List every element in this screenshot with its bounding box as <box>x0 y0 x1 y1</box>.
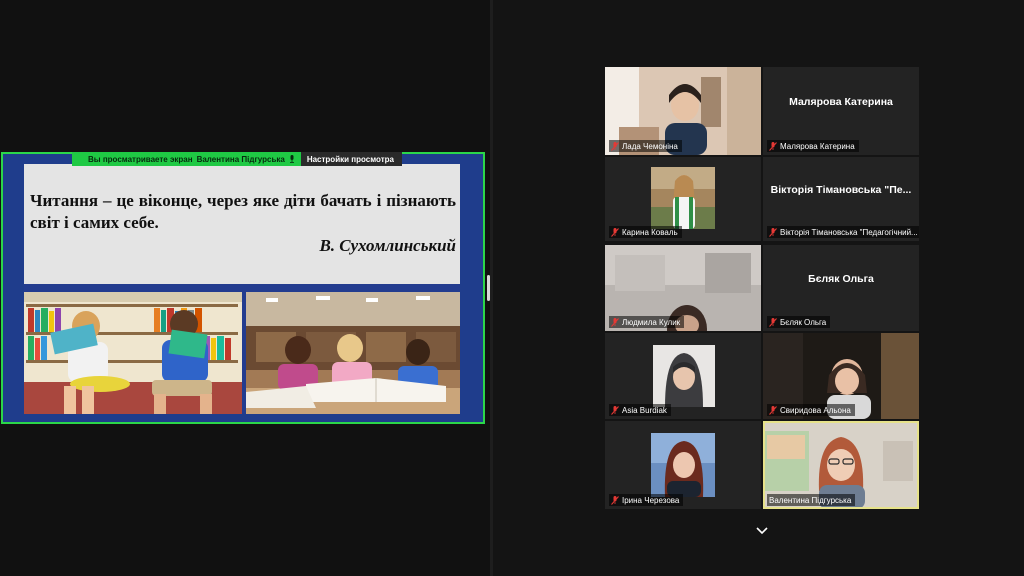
muted-microphone-icon <box>611 141 619 151</box>
participant-tile-2[interactable]: Малярова Катерина Малярова Катерина <box>763 67 919 155</box>
participant-name-label: Asia Burdiak <box>609 404 671 416</box>
splitter-handle[interactable] <box>487 275 490 301</box>
microphone-icon <box>289 155 294 163</box>
participant-name-label: Бєляк Ольга <box>767 316 831 328</box>
participant-display-name: Вікторія Тімановська "Пе... <box>770 184 912 196</box>
participant-tile-5[interactable]: Людмила Кулик <box>605 245 761 331</box>
participant-name-label: Карина Коваль <box>609 226 682 238</box>
screen-share-bar: Вы просматриваете экран Валентина Підгур… <box>72 152 402 166</box>
participant-tile-1[interactable]: Лада Чемоніна <box>605 67 761 155</box>
participant-name-label: Лада Чемоніна <box>609 140 682 152</box>
participant-tile-9[interactable]: Ірина Черезова <box>605 421 761 509</box>
participant-tile-8[interactable]: Свиридова Альона <box>763 333 919 419</box>
muted-microphone-icon <box>611 405 619 415</box>
participant-name-label: Вікторія Тімановська "Педагогічний... <box>767 226 919 238</box>
participant-tile-6[interactable]: Бєляк Ольга Бєляк Ольга <box>763 245 919 331</box>
muted-microphone-icon <box>611 317 619 327</box>
quote-text: Читання – це віконце, через яке діти бач… <box>30 191 456 232</box>
view-options-button[interactable]: Настройки просмотра <box>300 152 402 166</box>
participant-name-label: Ірина Черезова <box>609 494 684 506</box>
participant-display-name: Малярова Катерина <box>789 96 893 108</box>
muted-microphone-icon <box>769 227 777 237</box>
muted-microphone-icon <box>769 405 777 415</box>
presentation-slide: Читання – це віконце, через яке діти бач… <box>24 164 460 414</box>
muted-microphone-icon <box>769 141 777 151</box>
muted-microphone-icon <box>611 227 619 237</box>
children-reading-photo-right <box>246 292 460 414</box>
viewing-text: Вы просматриваете экран <box>88 154 193 164</box>
viewing-screen-label: Вы просматриваете экран Валентина Підгур… <box>72 152 301 166</box>
participant-name-label: Свиридова Альона <box>767 404 855 416</box>
participant-name-label: Валентина Підгурська <box>767 494 856 506</box>
participant-name-label: Малярова Катерина <box>767 140 859 152</box>
children-reading-photo-left <box>24 292 242 414</box>
quote-box: Читання – це віконце, через яке діти бач… <box>24 164 460 284</box>
participant-tile-4[interactable]: Вікторія Тімановська "Пе... Вікторія Тім… <box>763 157 919 241</box>
presenter-name: Валентина Підгурська <box>196 154 285 164</box>
quote-author: В. Сухомлинський <box>319 236 456 255</box>
muted-microphone-icon <box>769 317 777 327</box>
participant-tile-3[interactable]: Карина Коваль <box>605 157 761 241</box>
participant-tile-7[interactable]: Asia Burdiak <box>605 333 761 419</box>
participant-name-label: Людмила Кулик <box>609 316 685 328</box>
participant-tile-10[interactable]: Валентина Підгурська <box>763 421 919 509</box>
participant-display-name: Бєляк Ольга <box>808 273 874 285</box>
muted-microphone-icon <box>611 495 619 505</box>
chevron-down-icon[interactable] <box>755 526 769 536</box>
